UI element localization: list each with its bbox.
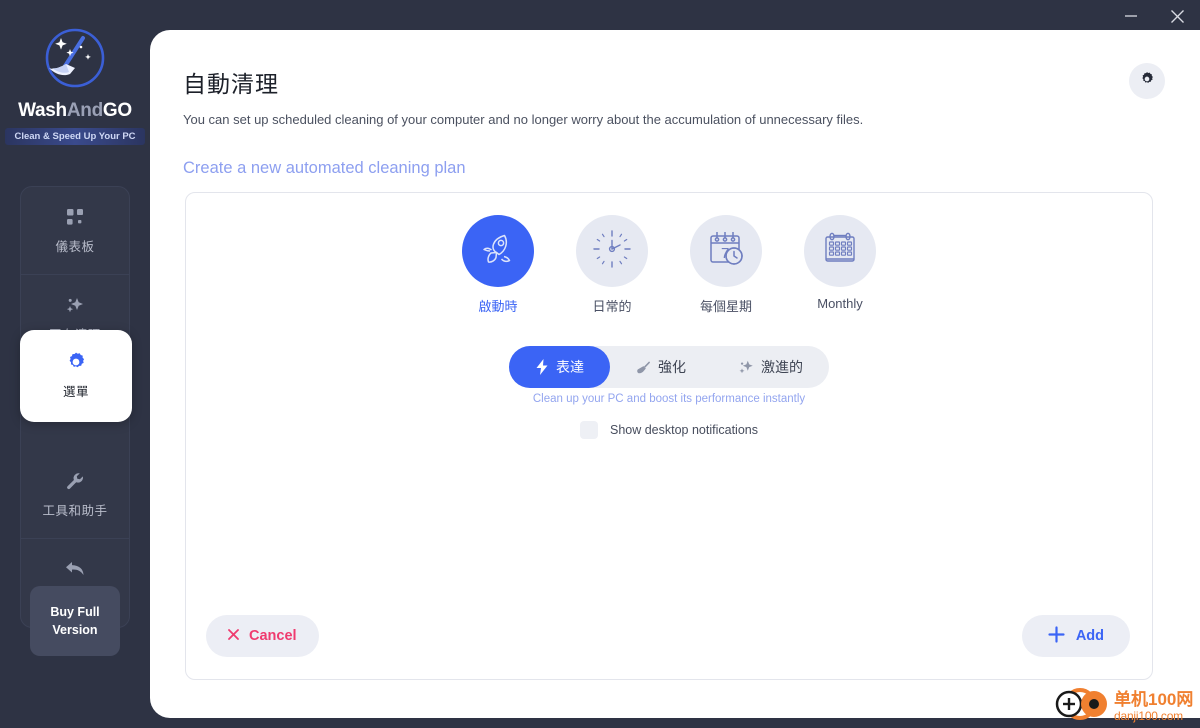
grid-dashboard-icon: [65, 207, 85, 227]
schedule-option-daily[interactable]: 日常的: [576, 215, 648, 315]
calendar-week-7-icon: 7: [704, 227, 748, 276]
schedule-option-startup[interactable]: 啟動時: [462, 215, 534, 315]
app-logo: WashAndGO Clean & Speed Up Your PC: [0, 22, 150, 145]
gear-icon: [1139, 71, 1155, 92]
cancel-button-label: Cancel: [249, 628, 297, 644]
sidebar: WashAndGO Clean & Speed Up Your PC 儀表板 工…: [0, 0, 150, 728]
new-plan-card: 啟動時 日常的 7 每個星期 Monthly 表達 強化 激進的 Clean u…: [185, 192, 1153, 680]
page-title: 自動清理: [183, 71, 279, 97]
mode-option-aggressive[interactable]: 激進的: [712, 346, 829, 388]
mode-option-express[interactable]: 表達: [509, 346, 610, 388]
sidebar-item-menu-label: 選單: [62, 385, 89, 399]
undo-arrow-icon: [64, 559, 86, 579]
sidebar-item-dashboard[interactable]: 儀表板: [21, 187, 129, 275]
calendar-month-icon: [818, 227, 862, 276]
sidebar-item-menu[interactable]: 選單: [20, 330, 132, 422]
schedule-weekly-circle: 7: [690, 215, 762, 287]
broom-icon: [636, 360, 651, 375]
close-button[interactable]: [1154, 0, 1200, 32]
sparkle-icon: [65, 295, 85, 315]
logo-word-go: GO: [102, 100, 132, 121]
notifications-row: Show desktop notifications: [186, 421, 1152, 439]
mode-express-label: 表達: [556, 359, 584, 375]
sidebar-item-tools[interactable]: 工具和助手: [21, 451, 129, 539]
schedule-options: 啟動時 日常的 7 每個星期 Monthly: [186, 215, 1152, 315]
add-button-label: Add: [1075, 628, 1104, 644]
minimize-button[interactable]: [1108, 0, 1154, 32]
schedule-monthly-label: Monthly: [817, 296, 863, 311]
show-notifications-checkbox[interactable]: [579, 421, 598, 439]
wrench-icon: [65, 471, 85, 491]
broom-circle-logo: [39, 22, 111, 94]
window-controls: [1080, 0, 1200, 32]
rocket-icon: [478, 229, 518, 274]
sparkle-icon: [738, 359, 754, 375]
schedule-startup-label: 啟動時: [478, 299, 518, 314]
schedule-weekly-label: 每個星期: [699, 299, 752, 314]
logo-word-wash: Wash: [18, 100, 67, 121]
gear-icon: [65, 352, 87, 372]
mode-enhanced-label: 強化: [658, 359, 686, 375]
create-plan-heading: Create a new automated cleaning plan: [183, 159, 466, 177]
logo-word-and: And: [66, 100, 103, 121]
plus-icon: [1048, 625, 1065, 647]
mode-option-enhanced[interactable]: 強化: [610, 346, 712, 388]
page-description: You can set up scheduled cleaning of you…: [183, 112, 864, 127]
sidebar-item-dashboard-label: 儀表板: [55, 239, 95, 254]
buy-button-line2: Version: [52, 623, 98, 637]
schedule-daily-circle: [576, 215, 648, 287]
buy-button-line1: Buy Full: [50, 604, 100, 619]
schedule-daily-label: 日常的: [592, 299, 632, 314]
lightning-bolt-icon: [535, 359, 549, 375]
logo-wordmark: WashAndGO: [18, 100, 132, 122]
show-notifications-label: Show desktop notifications: [609, 423, 758, 437]
main-panel: 自動清理 You can set up scheduled cleaning o…: [150, 30, 1200, 718]
clock-icon: [590, 227, 634, 276]
add-button[interactable]: Add: [1021, 615, 1130, 657]
schedule-startup-circle: [462, 215, 534, 287]
mode-aggressive-label: 激進的: [761, 359, 803, 375]
mode-description: Clean up your PC and boost its performan…: [532, 393, 806, 405]
schedule-monthly-circle: [804, 215, 876, 287]
schedule-option-weekly[interactable]: 7 每個星期: [690, 215, 762, 315]
mode-selector: 表達 強化 激進的: [509, 346, 829, 388]
schedule-option-monthly[interactable]: Monthly: [804, 215, 876, 315]
x-icon: [228, 628, 239, 644]
cancel-button[interactable]: Cancel: [206, 615, 319, 657]
buy-full-version-button[interactable]: Buy Full Version: [30, 586, 120, 656]
settings-button[interactable]: [1129, 63, 1165, 99]
logo-tagline: Clean & Speed Up Your PC: [5, 128, 145, 145]
sidebar-item-tools-label: 工具和助手: [42, 503, 108, 518]
